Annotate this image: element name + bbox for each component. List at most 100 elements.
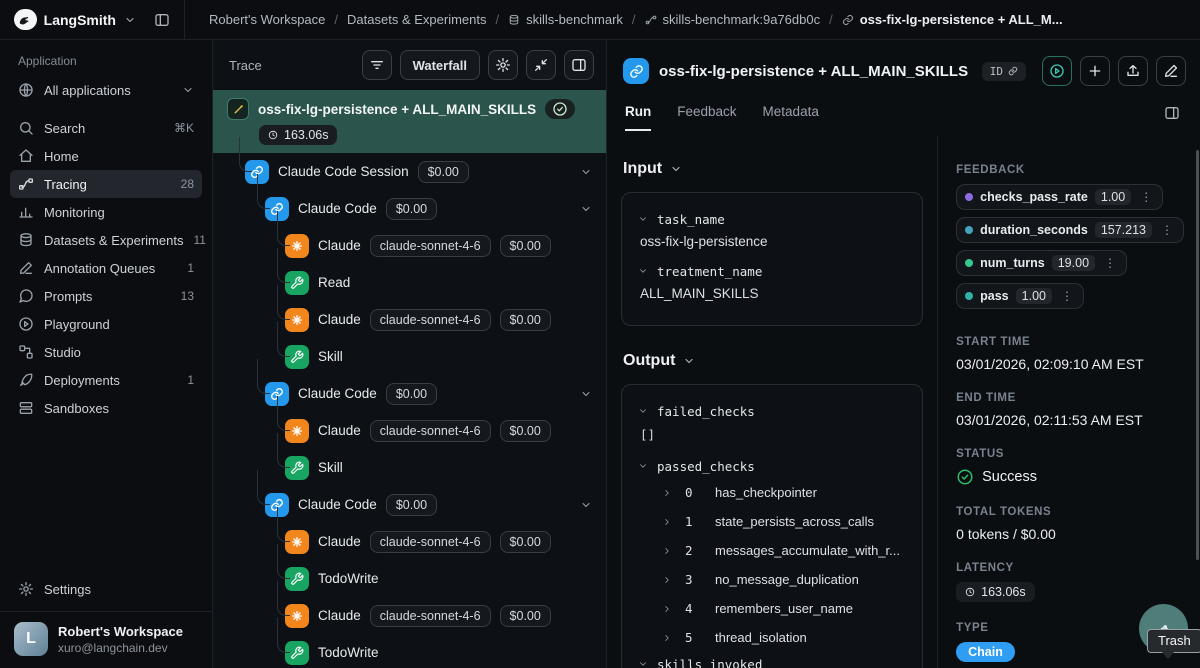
check-name: state_persists_across_calls <box>715 514 874 529</box>
sidebar-item-count: 13 <box>181 289 194 303</box>
feedback-badge[interactable]: pass1.00⋮ <box>956 283 1084 309</box>
json-key-row[interactable]: treatment_name <box>638 259 906 283</box>
sidebar-item-playground[interactable]: Playground <box>10 310 202 338</box>
share-button[interactable] <box>1118 56 1148 86</box>
passed-check-row[interactable]: 5thread_isolation <box>638 623 906 652</box>
sidebar-toggle-icon[interactable] <box>150 8 174 32</box>
sidebar-item-annotation-queues[interactable]: Annotation Queues1 <box>10 254 202 282</box>
sidebar-item-home[interactable]: Home <box>10 142 202 170</box>
trace-tree-row[interactable]: Claudeclaude-sonnet-4-6$0.00 <box>213 523 606 560</box>
brand-chevron-down-icon[interactable] <box>124 14 136 26</box>
trace-tree-row[interactable]: Claude Code Session$0.00 <box>213 153 606 190</box>
details-tabs: Run Feedback Metadata <box>623 100 1186 134</box>
chevron-down-icon[interactable] <box>580 166 592 178</box>
passed-check-row[interactable]: 3no_message_duplication <box>638 565 906 594</box>
passed-check-row[interactable]: 2messages_accumulate_with_r... <box>638 536 906 565</box>
input-section-header[interactable]: Input <box>607 160 937 178</box>
trace-tree-row[interactable]: Read <box>213 264 606 301</box>
breadcrumb-item[interactable]: Robert's Workspace <box>209 12 325 27</box>
brand-name[interactable]: LangSmith <box>44 12 116 28</box>
trace-tree-row[interactable]: Claudeclaude-sonnet-4-6$0.00 <box>213 412 606 449</box>
check-index: 1 <box>685 514 715 529</box>
passed-check-row[interactable]: 1state_persists_across_calls <box>638 507 906 536</box>
trace-tree-row[interactable]: Claudeclaude-sonnet-4-6$0.00 <box>213 227 606 264</box>
sidebar-item-studio[interactable]: Studio <box>10 338 202 366</box>
waterfall-view-button[interactable]: Waterfall <box>400 50 480 80</box>
passed-check-row[interactable]: 4remembers_user_name <box>638 594 906 623</box>
kebab-menu-icon[interactable]: ⋮ <box>1102 256 1118 270</box>
details-panel-toggle-icon[interactable] <box>1160 101 1184 125</box>
feedback-badge[interactable]: duration_seconds157.213⋮ <box>956 217 1184 243</box>
sidebar-item-prompts[interactable]: Prompts13 <box>10 282 202 310</box>
edit-pencil-button[interactable] <box>1156 56 1186 86</box>
trace-panel-toggle-icon[interactable] <box>564 50 594 80</box>
breadcrumb-separator: / <box>632 12 636 27</box>
trace-row-label: Claude Code <box>298 497 377 512</box>
breadcrumb-item[interactable]: Datasets & Experiments <box>347 12 486 27</box>
sidebar-item-sandboxes[interactable]: Sandboxes <box>10 394 202 422</box>
trace-tree-row[interactable]: Claudeclaude-sonnet-4-6$0.00 <box>213 597 606 634</box>
json-key-row[interactable]: task_name <box>638 207 906 231</box>
json-empty-array: [] <box>640 427 906 442</box>
feedback-value: 157.213 <box>1095 222 1152 238</box>
add-to-dataset-button[interactable] <box>1080 56 1110 86</box>
sidebar-item-label: Sandboxes <box>44 401 194 416</box>
output-section-header[interactable]: Output <box>607 352 937 370</box>
sidebar-item-deployments[interactable]: Deployments1 <box>10 366 202 394</box>
trace-tree-row[interactable]: Skill <box>213 338 606 375</box>
chevron-down-icon[interactable] <box>580 499 592 511</box>
collapse-arrows-icon[interactable] <box>526 50 556 80</box>
trace-tree-row[interactable]: Skill <box>213 449 606 486</box>
home-icon <box>18 148 34 164</box>
input-section-title: Input <box>623 160 662 178</box>
workspace-switcher[interactable]: L Robert's Workspace xuro@langchain.dev <box>0 611 212 668</box>
feedback-name: checks_pass_rate <box>980 190 1088 204</box>
breadcrumb-separator: / <box>495 12 499 27</box>
sidebar-item-search[interactable]: Search⌘K <box>10 114 202 142</box>
filter-icon[interactable] <box>362 50 392 80</box>
passed-check-row[interactable]: 0has_checkpointer <box>638 478 906 507</box>
trace-tree-row[interactable]: TodoWrite <box>213 634 606 668</box>
feedback-badge[interactable]: num_turns19.00⋮ <box>956 250 1127 276</box>
chevron-down-icon[interactable] <box>580 203 592 215</box>
sidebar-item-settings[interactable]: Settings <box>10 575 202 603</box>
tab-run[interactable]: Run <box>625 104 651 131</box>
chevron-right-icon <box>662 604 672 614</box>
window-scrollbar[interactable] <box>1196 150 1199 560</box>
cost-chip: $0.00 <box>418 161 469 183</box>
sidebar-item-datasets-experiments[interactable]: Datasets & Experiments11 <box>10 226 202 254</box>
trace-row-label: Claude <box>318 608 361 623</box>
breadcrumb-item[interactable]: oss-fix-lg-persistence + ALL_M... <box>842 12 1063 27</box>
tab-metadata[interactable]: Metadata <box>763 104 819 131</box>
breadcrumb-item[interactable]: skills-benchmark:9a76db0c <box>645 12 821 27</box>
feedback-badge[interactable]: checks_pass_rate1.00⋮ <box>956 184 1163 210</box>
tab-feedback[interactable]: Feedback <box>677 104 736 131</box>
trace-settings-gear-icon[interactable] <box>488 50 518 80</box>
sidebar-item-tracing[interactable]: Tracing28 <box>10 170 202 198</box>
chevron-down-icon <box>670 163 682 175</box>
check-name: remembers_user_name <box>715 601 853 616</box>
trace-tree-row[interactable]: Claude Code$0.00 <box>213 375 606 412</box>
kebab-menu-icon[interactable]: ⋮ <box>1059 289 1075 303</box>
trace-root-row[interactable]: oss-fix-lg-persistence + ALL_MAIN_SKILLS… <box>213 90 606 153</box>
trace-tree-row[interactable]: Claude Code$0.00 <box>213 486 606 523</box>
run-id-badge[interactable]: ID <box>982 62 1026 81</box>
chevron-down-icon[interactable] <box>580 388 592 400</box>
kebab-menu-icon[interactable]: ⋮ <box>1159 223 1175 237</box>
model-name-chip: claude-sonnet-4-6 <box>370 605 491 627</box>
trace-tree-row[interactable]: TodoWrite <box>213 560 606 597</box>
breadcrumb-item[interactable]: skills-benchmark <box>508 12 623 27</box>
trace-row-label: Read <box>318 275 350 290</box>
check-index: 4 <box>685 601 715 616</box>
trace-tree-row[interactable]: Claude Code$0.00 <box>213 190 606 227</box>
kebab-menu-icon[interactable]: ⋮ <box>1138 190 1154 204</box>
json-key-row[interactable]: passed_checks <box>638 454 906 478</box>
json-key-row[interactable]: skills_invoked <box>638 652 906 668</box>
json-key-row[interactable]: failed_checks <box>638 399 906 423</box>
playground-run-button[interactable] <box>1042 56 1072 86</box>
trace-tree-row[interactable]: Claudeclaude-sonnet-4-6$0.00 <box>213 301 606 338</box>
sidebar-item-monitoring[interactable]: Monitoring <box>10 198 202 226</box>
chevron-right-icon <box>662 488 672 498</box>
sidebar-item-all-applications[interactable]: All applications <box>10 76 202 104</box>
sidebar-section-label: Application <box>10 52 202 76</box>
